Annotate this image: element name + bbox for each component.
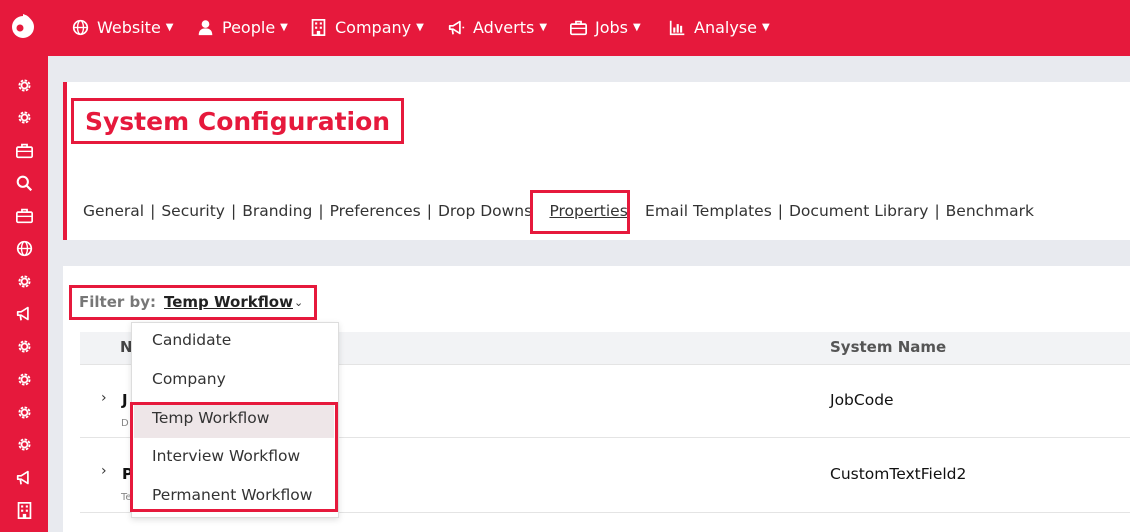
nav-people[interactable]: People ▼ [197, 14, 288, 40]
separator: | [777, 202, 783, 220]
separator: | [426, 202, 432, 220]
separator: | [318, 202, 324, 220]
row-system-name: JobCode [830, 391, 894, 409]
nav-jobs[interactable]: Jobs ▼ [570, 14, 641, 40]
chevron-down-icon: ▼ [280, 21, 288, 33]
building-icon[interactable] [15, 501, 33, 519]
sidebar [0, 56, 48, 532]
chevron-right-icon[interactable]: › [101, 390, 107, 406]
megaphone-icon [448, 20, 465, 34]
nav-website[interactable]: Website ▼ [72, 14, 173, 40]
user-icon [198, 19, 213, 35]
config-tab-branding[interactable]: Branding [242, 202, 312, 220]
nav-company[interactable]: Company ▼ [310, 14, 424, 40]
top-nav-bar: Website ▼ People ▼ Company ▼ Adverts ▼ J… [0, 0, 1130, 56]
config-tab-security[interactable]: Security [161, 202, 225, 220]
separator: | [934, 202, 940, 220]
gear-icon[interactable] [15, 338, 33, 356]
chevron-down-icon: ▼ [539, 21, 548, 33]
chevron-right-icon[interactable]: › [101, 463, 107, 479]
nav-company-label: Company [335, 17, 412, 37]
building-icon [311, 18, 326, 36]
dropdown-option-company[interactable]: Company [152, 370, 226, 388]
briefcase-icon[interactable] [15, 207, 33, 225]
chevron-down-icon: ▼ [165, 21, 174, 33]
gear-icon[interactable] [15, 76, 33, 94]
config-tab-email-templates[interactable]: Email Templates [645, 202, 772, 220]
chart-icon [669, 20, 685, 35]
nav-analyse[interactable]: Analyse ▼ [669, 14, 770, 40]
row-description: D [121, 418, 129, 429]
nav-analyse-label: Analyse [694, 17, 757, 37]
nav-adverts-label: Adverts [473, 17, 535, 37]
logo-icon[interactable] [8, 10, 38, 40]
megaphone-icon[interactable] [15, 305, 33, 323]
globe-icon [72, 19, 89, 35]
separator: | [230, 202, 237, 220]
gear-icon[interactable] [15, 370, 33, 388]
globe-icon[interactable] [15, 240, 33, 258]
chevron-down-icon: ▼ [761, 21, 770, 33]
config-tab-document-library[interactable]: Document Library [789, 202, 928, 220]
page-title: System Configuration [71, 98, 405, 144]
nav-website-label: Website [97, 17, 161, 37]
column-header-system-name[interactable]: System Name [830, 338, 946, 356]
chevron-down-icon: ▼ [416, 21, 424, 33]
config-tab-preferences[interactable]: Preferences [330, 202, 421, 220]
megaphone-icon[interactable] [15, 468, 33, 486]
chevron-down-icon[interactable]: ⌄ [294, 296, 303, 309]
gear-icon[interactable] [15, 436, 33, 454]
workflow-options-highlight-box [130, 402, 338, 512]
dropdown-option-candidate[interactable]: Candidate [152, 331, 231, 349]
separator: | [150, 202, 156, 220]
gear-icon[interactable] [15, 403, 33, 421]
chevron-down-icon: ▼ [633, 21, 641, 33]
gear-icon[interactable] [15, 272, 33, 290]
briefcase-icon[interactable] [15, 141, 33, 159]
nav-adverts[interactable]: Adverts ▼ [448, 14, 547, 40]
row-system-name: CustomTextField2 [830, 465, 967, 483]
nav-jobs-label: Jobs [595, 17, 628, 37]
config-tab-drop-downs[interactable]: Drop Downs [438, 202, 532, 220]
filter-dropdown-toggle[interactable]: Temp Workflow [164, 293, 293, 311]
briefcase-icon [570, 20, 587, 35]
search-icon[interactable] [15, 174, 33, 192]
row-name: J [122, 391, 128, 409]
nav-people-label: People [222, 17, 276, 37]
filter-label: Filter by: [79, 293, 157, 311]
config-tab-benchmark[interactable]: Benchmark [946, 202, 1034, 220]
properties-highlight-box [530, 190, 630, 234]
config-tab-general[interactable]: General [83, 202, 144, 220]
gear-icon[interactable] [15, 109, 33, 127]
